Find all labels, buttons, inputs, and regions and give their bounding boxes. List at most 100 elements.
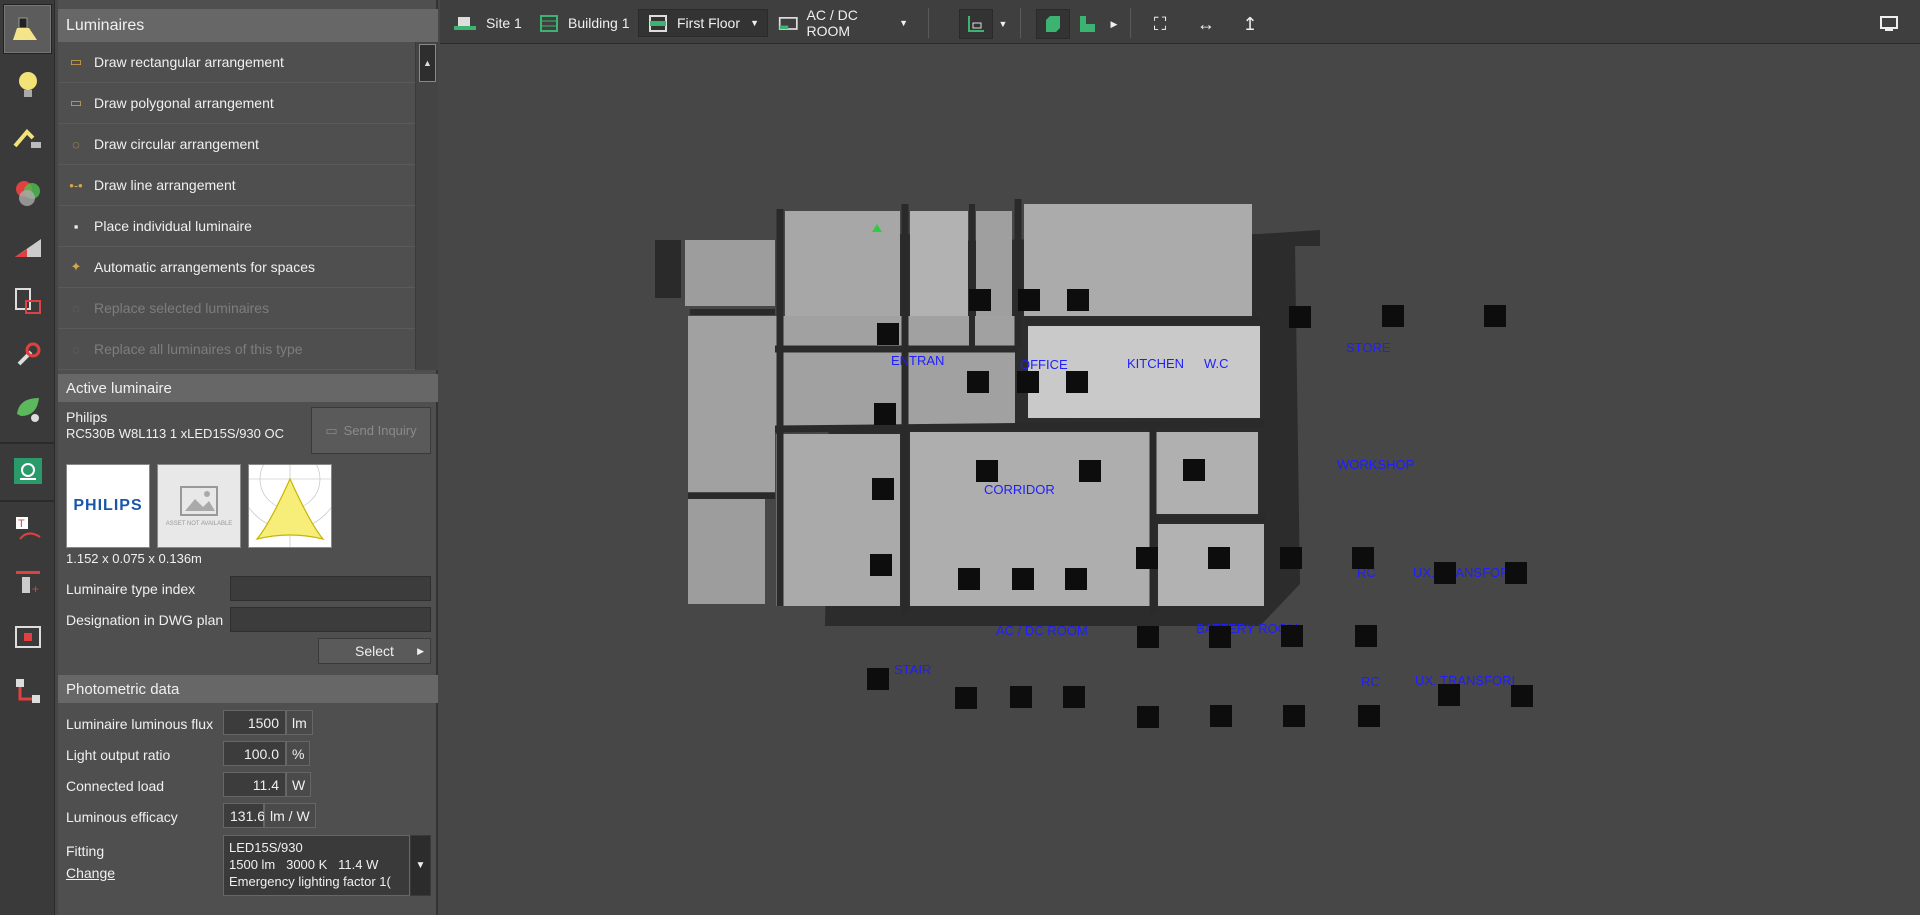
color-mix-icon[interactable] bbox=[3, 168, 52, 218]
bulb-icon[interactable] bbox=[3, 60, 52, 110]
coordinate-axes-icon[interactable]: ↥ bbox=[1233, 9, 1267, 39]
luminaire[interactable] bbox=[976, 460, 998, 482]
plan-view-icon[interactable] bbox=[959, 9, 993, 39]
menu-item-draw-line[interactable]: •-• Draw line arrangement bbox=[58, 165, 415, 206]
site-icon bbox=[454, 17, 476, 30]
luminaire[interactable] bbox=[1281, 625, 1303, 647]
luminaire[interactable] bbox=[1012, 568, 1034, 590]
tools-icon[interactable] bbox=[3, 330, 52, 380]
luminaire[interactable] bbox=[1018, 289, 1040, 311]
brand-logo-thumbnail[interactable]: PHILIPS bbox=[66, 464, 150, 548]
measure-distance-icon[interactable]: ↔ bbox=[1189, 9, 1223, 39]
menu-item-replace-selected[interactable]: ◌ Replace selected luminaires bbox=[58, 288, 415, 329]
view-dropdown-chevron-icon[interactable]: ▼ bbox=[993, 9, 1013, 39]
luminaire[interactable] bbox=[1382, 305, 1404, 327]
luminaire-lamp-icon[interactable] bbox=[3, 4, 52, 54]
luminaire[interactable] bbox=[874, 403, 896, 425]
menu-item-replace-all[interactable]: ◌ Replace all luminaires of this type bbox=[58, 329, 415, 370]
luminaire[interactable] bbox=[1352, 547, 1374, 569]
sustainability-icon[interactable] bbox=[3, 384, 52, 434]
luminaire[interactable] bbox=[877, 323, 899, 345]
luminaire[interactable] bbox=[1137, 626, 1159, 648]
luminaire[interactable] bbox=[969, 289, 991, 311]
luminaire[interactable] bbox=[1210, 705, 1232, 727]
line-arrangement-icon: •-• bbox=[69, 177, 83, 193]
luminaire[interactable] bbox=[1065, 568, 1087, 590]
3d-solid-view-icon[interactable] bbox=[1036, 9, 1070, 39]
change-fitting-link[interactable]: Change bbox=[66, 865, 115, 881]
room-label-stair: STAIR bbox=[894, 662, 932, 677]
room-label-kitchen: KITCHEN bbox=[1127, 356, 1185, 371]
breadcrumb-floor[interactable]: First Floor ▼ bbox=[638, 9, 768, 37]
type-index-input[interactable] bbox=[230, 576, 431, 601]
luminaire[interactable] bbox=[1505, 562, 1527, 584]
select-button[interactable]: Select ▶ bbox=[318, 638, 431, 664]
luminaire[interactable] bbox=[1136, 547, 1158, 569]
luminaire[interactable] bbox=[1010, 686, 1032, 708]
room-label-corridor: CORRIDOR bbox=[984, 482, 1055, 497]
chat-bubble-icon: ▭ bbox=[325, 422, 338, 438]
route-icon[interactable] bbox=[3, 666, 52, 716]
luminaire[interactable] bbox=[1484, 305, 1506, 327]
daylight-icon[interactable] bbox=[3, 222, 52, 272]
send-inquiry-button[interactable]: ▭ Send Inquiry bbox=[311, 407, 431, 454]
light-scene-icon[interactable] bbox=[3, 114, 52, 164]
luminaire[interactable] bbox=[1289, 306, 1311, 328]
menu-item-place-individual[interactable]: ▪ Place individual luminaire bbox=[58, 206, 415, 247]
luminaire[interactable] bbox=[1079, 460, 1101, 482]
menu-item-draw-circular[interactable]: ◌ Draw circular arrangement bbox=[58, 124, 415, 165]
3d-viewport[interactable]: ENTRAN OFFICE KITCHEN W.C STORE WORKSHOP… bbox=[440, 44, 1920, 915]
room-elements-icon[interactable] bbox=[3, 276, 52, 326]
floor-plan[interactable] bbox=[440, 44, 1920, 915]
fitting-label: Fitting bbox=[66, 843, 105, 859]
luminaire[interactable] bbox=[1137, 706, 1159, 728]
luminaire[interactable] bbox=[1358, 705, 1380, 727]
chevron-right-icon[interactable]: ▶ bbox=[1104, 9, 1124, 39]
fit-to-screen-icon[interactable]: ⛶ bbox=[1143, 9, 1177, 39]
luminaire[interactable] bbox=[1511, 685, 1533, 707]
menu-item-draw-rectangular[interactable]: ▭ Draw rectangular arrangement bbox=[58, 42, 415, 83]
designation-input[interactable] bbox=[230, 607, 431, 632]
luminous-efficacy-value: 131.6 bbox=[223, 803, 265, 828]
luminaire[interactable] bbox=[1208, 547, 1230, 569]
monitor-icon[interactable] bbox=[1872, 9, 1906, 39]
luminaire[interactable] bbox=[1283, 705, 1305, 727]
luminaire[interactable] bbox=[1209, 626, 1231, 648]
luminaire[interactable] bbox=[872, 478, 894, 500]
luminaire[interactable] bbox=[967, 371, 989, 393]
emergency-icon[interactable] bbox=[3, 446, 52, 496]
light-distribution-thumbnail[interactable] bbox=[239, 428, 341, 548]
luminaire[interactable] bbox=[1355, 625, 1377, 647]
wall-view-icon[interactable] bbox=[1070, 9, 1104, 39]
luminaire[interactable] bbox=[1438, 684, 1460, 706]
luminaire[interactable] bbox=[1063, 686, 1085, 708]
luminaire[interactable] bbox=[1067, 289, 1089, 311]
menu-item-draw-polygonal[interactable]: ▭ Draw polygonal arrangement bbox=[58, 83, 415, 124]
luminaire[interactable] bbox=[1183, 459, 1205, 481]
luminaire[interactable] bbox=[955, 687, 977, 709]
active-luminaire-title: Active luminaire bbox=[58, 374, 438, 402]
menu-scrollbar[interactable]: ▲ bbox=[415, 42, 438, 370]
luminaires-panel: Luminaires ▭ Draw rectangular arrangemen… bbox=[58, 0, 438, 915]
luminaire[interactable] bbox=[1280, 547, 1302, 569]
fitting-dropdown-chevron-icon[interactable]: ▼ bbox=[410, 835, 431, 896]
section-icon[interactable]: + bbox=[3, 558, 52, 608]
luminaire[interactable] bbox=[870, 554, 892, 576]
fitting-select[interactable]: LED15S/930 1500 lm 3000 K 11.4 W Emergen… bbox=[223, 835, 410, 896]
luminaire[interactable] bbox=[958, 568, 980, 590]
breadcrumb-building[interactable]: Building 1 bbox=[538, 9, 630, 37]
replace-all-icon: ◌ bbox=[72, 341, 80, 357]
insert-element-icon[interactable] bbox=[3, 612, 52, 662]
luminous-flux-unit: lm bbox=[286, 710, 313, 735]
breadcrumb-room[interactable]: AC / DC ROOM ▼ bbox=[778, 7, 908, 39]
menu-item-automatic-arrangements[interactable]: ✦ Automatic arrangements for spaces bbox=[58, 247, 415, 288]
breadcrumb-site[interactable]: Site 1 bbox=[452, 9, 522, 37]
luminaire[interactable] bbox=[1066, 371, 1088, 393]
product-image-thumbnail[interactable]: ASSET NOT AVAILABLE bbox=[157, 464, 241, 548]
luminaire[interactable] bbox=[1434, 562, 1456, 584]
connected-load-label: Connected load bbox=[66, 778, 165, 794]
luminaire[interactable] bbox=[1017, 371, 1039, 393]
luminaire[interactable] bbox=[867, 668, 889, 690]
scroll-up-arrow-icon[interactable]: ▲ bbox=[419, 44, 436, 82]
text-annotation-icon[interactable]: T bbox=[3, 504, 52, 554]
